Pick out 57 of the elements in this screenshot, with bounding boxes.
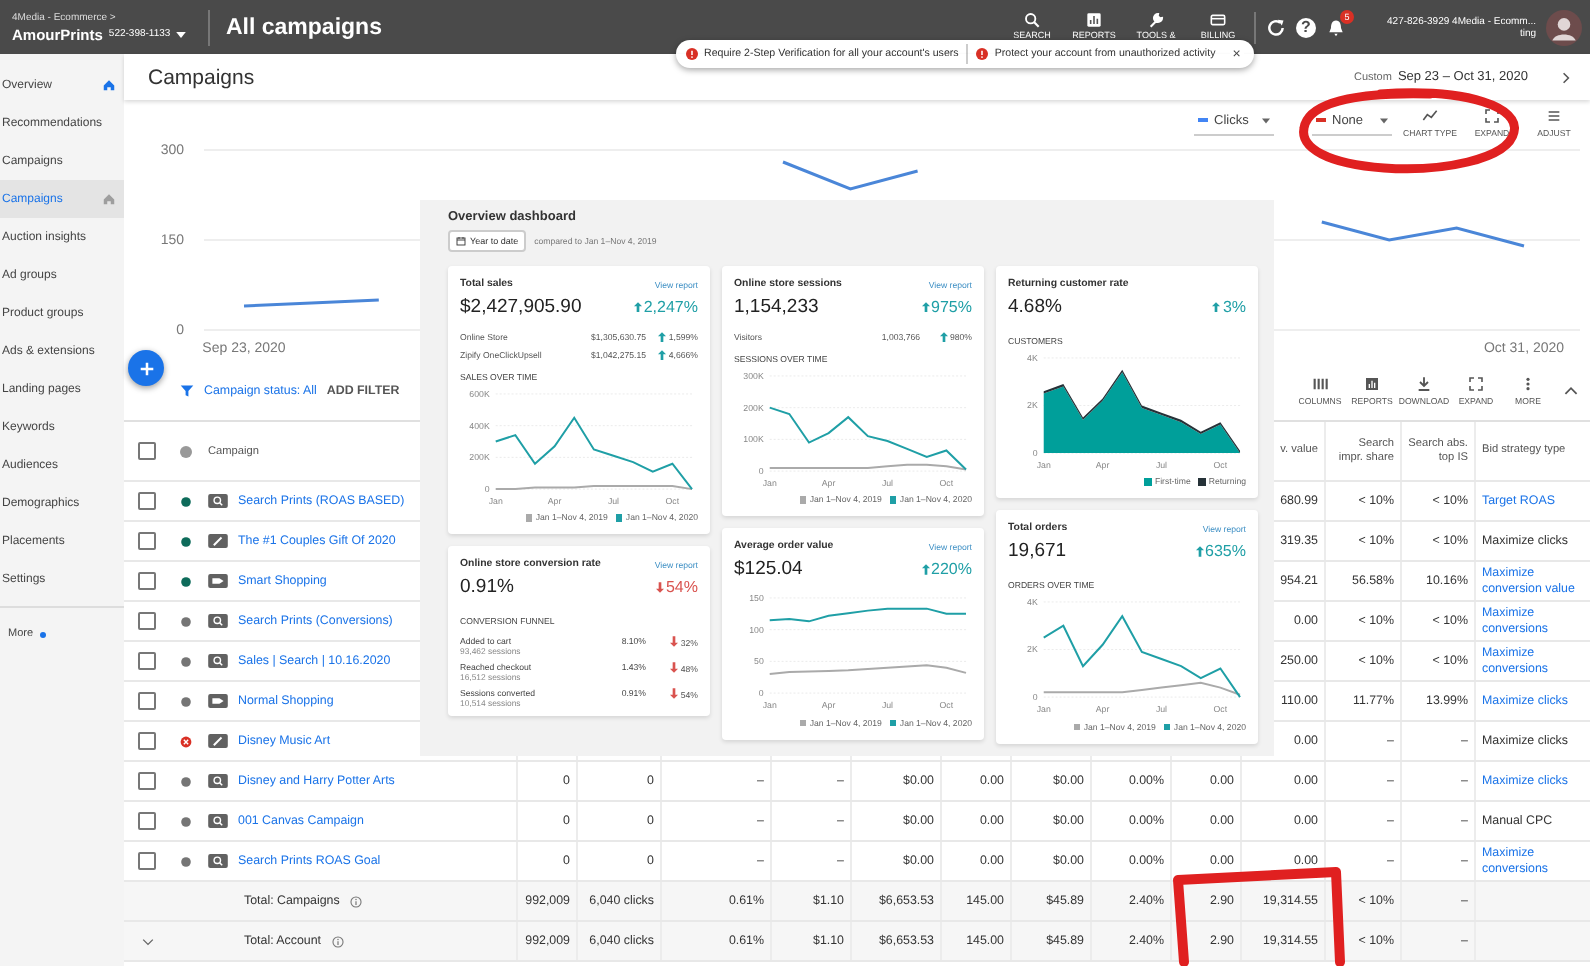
download-icon: [1416, 375, 1432, 391]
warning-icon: [976, 48, 989, 60]
checkbox[interactable]: [138, 732, 156, 750]
checkbox[interactable]: [138, 442, 156, 460]
checkbox[interactable]: [138, 692, 156, 710]
checkbox[interactable]: [138, 772, 156, 790]
caret-icon[interactable]: [141, 937, 153, 945]
metric-value: 1,154,233: [734, 296, 819, 318]
columns-icon: [1312, 375, 1328, 391]
bell-icon[interactable]: [1326, 17, 1346, 37]
more-icon: [1520, 375, 1536, 391]
add-button[interactable]: [128, 350, 164, 386]
reports-icon: [1086, 11, 1102, 27]
change-percent: 975%: [931, 298, 972, 316]
checkbox[interactable]: [138, 532, 156, 550]
change-percent: 635%: [1205, 542, 1246, 561]
metric-value: $2,427,905.90: [460, 296, 582, 318]
dropdown-caret-icon: [1262, 117, 1270, 123]
change-percent: 220%: [931, 560, 972, 579]
expand-icon: [1468, 375, 1484, 391]
refresh-icon[interactable]: [1266, 17, 1286, 37]
caret-icon[interactable]: [176, 31, 187, 37]
search-icon: [1024, 11, 1040, 27]
checkbox[interactable]: [138, 812, 156, 830]
filter-icon[interactable]: [180, 383, 194, 397]
checkbox[interactable]: [138, 852, 156, 870]
checkbox[interactable]: [138, 652, 156, 670]
metric-value: 0.91%: [460, 576, 514, 599]
change-percent: 3%: [1222, 298, 1246, 316]
dropdown-caret-icon: [1380, 117, 1388, 123]
menu-icon: [1546, 107, 1562, 123]
plus-icon: [137, 359, 155, 377]
wrench-icon: [1148, 11, 1164, 27]
change-percent: 54%: [665, 578, 698, 597]
checkbox[interactable]: [138, 572, 156, 590]
trend-line-icon: [1422, 107, 1438, 123]
checkbox[interactable]: [138, 492, 156, 510]
info-icon[interactable]: [349, 895, 362, 907]
checkbox[interactable]: [138, 612, 156, 630]
expand-icon: [1484, 107, 1500, 123]
info-icon[interactable]: [331, 935, 344, 947]
help-button[interactable]: ?: [1296, 17, 1316, 37]
collapse-icon[interactable]: [1564, 385, 1578, 395]
status-icon: [179, 445, 191, 457]
metric-value: 4.68%: [1008, 296, 1062, 318]
chevron-right-icon[interactable]: [1562, 71, 1570, 83]
metric-value: 19,671: [1008, 540, 1067, 563]
page-title: All campaigns: [226, 15, 384, 39]
warning-icon: [686, 48, 698, 60]
calendar-icon: [456, 236, 466, 246]
metric-value: $125.04: [734, 558, 803, 581]
change-percent: 2,247%: [643, 298, 698, 316]
avatar[interactable]: [1546, 9, 1582, 45]
card-icon: [1210, 11, 1226, 27]
reports-icon: [1364, 375, 1380, 391]
dot-icon: [39, 631, 46, 637]
section-title: Campaigns: [148, 65, 255, 89]
